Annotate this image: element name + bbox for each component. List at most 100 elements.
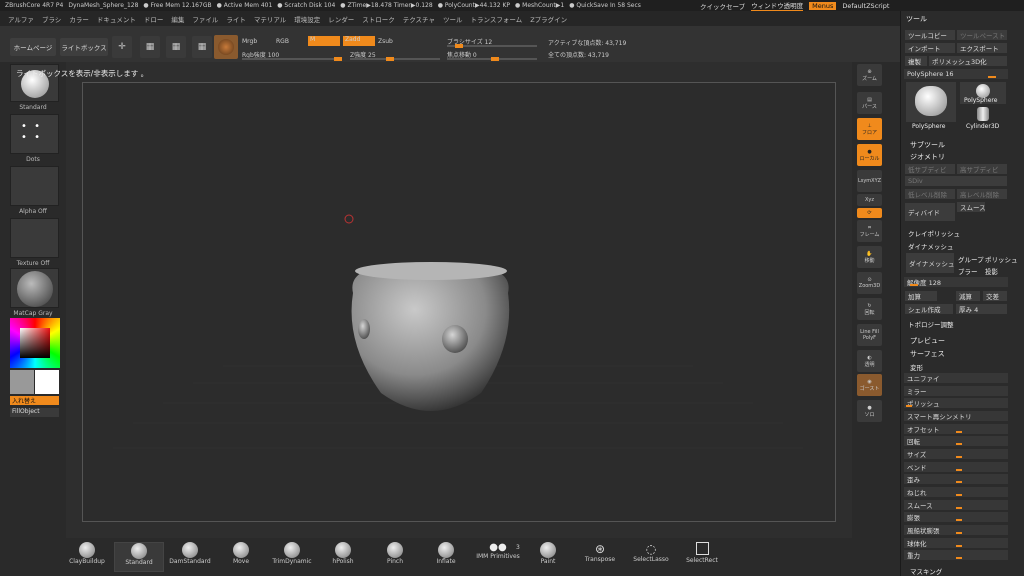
window-transparency-button[interactable]: ウィンドウ透明度 xyxy=(751,0,804,12)
ghost-button[interactable]: ◉ ゴースト xyxy=(857,374,882,396)
lightbox-button[interactable]: ライトボックス xyxy=(60,38,108,56)
add-button[interactable]: 加算 xyxy=(905,291,937,301)
menu-zplugin[interactable]: Zプラグイン xyxy=(530,14,567,24)
scale-mode-button[interactable]: ▦ xyxy=(166,36,186,58)
stroke-thumbnail[interactable]: • • • • xyxy=(10,114,59,154)
smooth-toggle[interactable]: スムース xyxy=(957,202,985,212)
brush-damstandard[interactable]: DamStandard xyxy=(165,542,215,572)
deform-smooth[interactable]: スムース xyxy=(904,500,1008,510)
deform-twist[interactable]: ねじれ xyxy=(904,487,1008,497)
tool-selectrect[interactable]: SelectRect xyxy=(677,542,727,572)
deform-unify[interactable]: ユニファイ xyxy=(904,373,1008,383)
deform-spherize[interactable]: 球体化 xyxy=(904,538,1008,548)
draw-mode-button[interactable]: ✛ xyxy=(112,36,132,58)
polysphere-slider[interactable]: PolySphere 16 xyxy=(904,69,1008,79)
deform-bend[interactable]: ベンド xyxy=(904,462,1008,472)
menu-transform[interactable]: トランスフォーム xyxy=(471,14,523,24)
menu-tool[interactable]: ツール xyxy=(443,14,463,24)
material-swatch[interactable] xyxy=(214,35,238,59)
home-page-button[interactable]: ホームページ xyxy=(10,38,56,56)
lsym-button[interactable]: LsymXYZ xyxy=(857,170,882,192)
dynamesh-button[interactable]: ダイナメッシュ xyxy=(906,253,954,273)
thickness-slider[interactable]: 厚み 4 xyxy=(956,304,1007,314)
deform-smart-resym[interactable]: スマート再シンメトリ xyxy=(904,411,1008,421)
primary-color-swatch[interactable] xyxy=(35,370,59,394)
zadd-toggle[interactable]: Zadd xyxy=(343,36,375,46)
groups-toggle[interactable]: グループ xyxy=(958,254,984,264)
deform-gravity[interactable]: 重力 xyxy=(904,550,1008,560)
solo-button[interactable]: ● ソロ xyxy=(857,400,882,422)
delete-lower-button[interactable]: 低レベル削除 xyxy=(905,189,955,199)
brush-pinch[interactable]: Pinch xyxy=(370,542,420,572)
brush-inflate[interactable]: Inflate xyxy=(421,542,471,572)
menu-alpha[interactable]: アルファ xyxy=(8,14,34,24)
subtool-header[interactable]: サブツール xyxy=(910,140,945,150)
quicksave-button[interactable]: クイックセーブ xyxy=(700,1,745,11)
sdiv-slider[interactable]: SDiv xyxy=(905,176,1007,186)
zsub-toggle[interactable]: Zsub xyxy=(378,38,393,45)
menu-preferences[interactable]: 環境設定 xyxy=(294,14,320,24)
menu-color[interactable]: カラー xyxy=(69,14,89,24)
menu-file[interactable]: ファイル xyxy=(192,14,218,24)
sculpt-mesh[interactable] xyxy=(344,214,510,411)
xyz-toggle-button[interactable]: ⟳ xyxy=(857,208,882,218)
menu-document[interactable]: ドキュメント xyxy=(97,14,136,24)
deform-mirror[interactable]: ミラー xyxy=(904,386,1008,396)
brush-standard[interactable]: Standard xyxy=(114,542,164,572)
tool-transpose[interactable]: ⊛ Transpose xyxy=(575,542,625,572)
preview-header[interactable]: プレビュー xyxy=(910,336,945,346)
surface-header[interactable]: サーフェス xyxy=(910,349,945,359)
deform-rotate[interactable]: 回転 xyxy=(904,436,1008,446)
claypolish-header[interactable]: クレイポリッシュ xyxy=(908,228,960,238)
material-thumbnail[interactable] xyxy=(10,268,59,308)
zoom-button[interactable]: ⊕ ズーム xyxy=(857,64,882,86)
xyz-button[interactable]: Xyz xyxy=(857,194,882,206)
menu-texture[interactable]: テクスチャ xyxy=(403,14,435,24)
brush-trimdynamic[interactable]: TrimDynamic xyxy=(267,542,317,572)
transparent-button[interactable]: ◐ 透明 xyxy=(857,350,882,372)
local-button[interactable]: ● ローカル xyxy=(857,144,882,166)
deform-polish[interactable]: ポリッシュ xyxy=(904,398,1008,408)
brush-hpolish[interactable]: hPolish xyxy=(318,542,368,572)
texture-thumbnail[interactable] xyxy=(10,218,59,258)
rotate-view-button[interactable]: ↻ 回転 xyxy=(857,298,882,320)
menu-material[interactable]: マテリアル xyxy=(254,14,286,24)
lower-subdiv-button[interactable]: 低サブディビ xyxy=(905,164,955,174)
fill-object-button[interactable]: FillObject xyxy=(10,408,59,417)
rotate-mode-button[interactable]: ▦ xyxy=(192,36,212,58)
brush-size-slider[interactable] xyxy=(447,44,537,48)
delete-higher-button[interactable]: 高レベル削除 xyxy=(957,189,1007,199)
polish-toggle[interactable]: ポリッシュ xyxy=(985,254,1018,264)
tool-selectlasso[interactable]: ◌ SelectLasso xyxy=(626,542,676,572)
resolution-slider[interactable]: 解像度 128 xyxy=(904,277,1008,287)
rgb-intensity-slider[interactable] xyxy=(242,57,342,61)
frame-button[interactable]: ⌗ フレーム xyxy=(857,220,882,242)
deform-inflate[interactable]: 膨張 xyxy=(904,512,1008,522)
blur-slider[interactable]: ブラー xyxy=(958,266,978,276)
sub-button[interactable]: 減算 xyxy=(956,291,980,301)
project-toggle[interactable]: 投影 xyxy=(985,266,998,276)
menu-brush[interactable]: ブラシ xyxy=(42,14,61,24)
create-shell-button[interactable]: シェル作成 xyxy=(905,304,953,314)
menus-button[interactable]: Menus xyxy=(809,1,837,10)
alpha-thumbnail[interactable] xyxy=(10,166,59,206)
polysphere-large-thumb[interactable] xyxy=(906,82,956,122)
move-view-button[interactable]: ✋ 移動 xyxy=(857,246,882,268)
secondary-color-swatch[interactable] xyxy=(10,370,34,394)
copy-tool-button[interactable]: ツールコピー xyxy=(905,30,955,40)
rgb-toggle[interactable]: RGB xyxy=(276,38,289,45)
line-fill-button[interactable]: Line Fill PolyF xyxy=(857,324,882,346)
geometry-header[interactable]: ジオメトリ xyxy=(910,152,945,162)
make-polymesh-button[interactable]: ポリメッシュ3D化 xyxy=(929,56,1007,66)
brush-move[interactable]: Move xyxy=(216,542,266,572)
z-intensity-slider[interactable] xyxy=(350,57,440,61)
export-button[interactable]: エクスポート xyxy=(957,43,1007,53)
brush-claybuildup[interactable]: ClayBuildup xyxy=(62,542,112,572)
and-button[interactable]: 交差 xyxy=(983,291,1007,301)
divide-button[interactable]: ディバイド xyxy=(905,203,955,221)
focal-shift-slider[interactable] xyxy=(447,57,537,61)
deformation-header[interactable]: 変形 xyxy=(910,362,923,372)
document-frame[interactable] xyxy=(82,82,836,522)
menu-draw[interactable]: ドロー xyxy=(144,14,164,24)
deform-size[interactable]: サイズ xyxy=(904,449,1008,459)
